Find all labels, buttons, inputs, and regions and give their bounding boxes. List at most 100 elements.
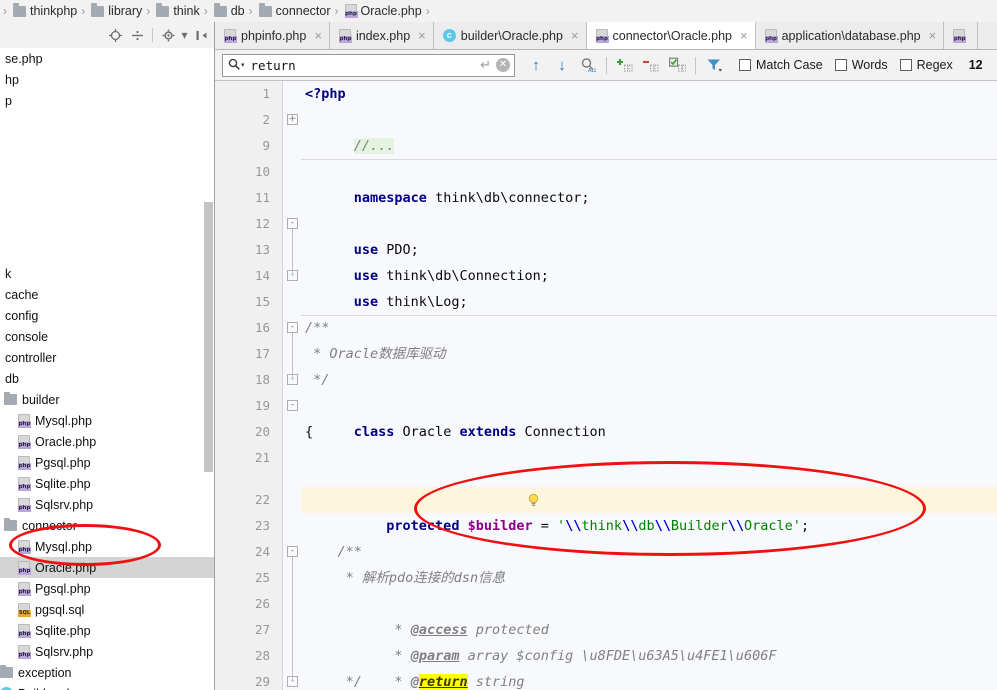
tab-close-icon[interactable]: × <box>740 28 748 43</box>
tree-item-builder-sqlsrv[interactable]: Sqlsrv.php <box>0 494 214 515</box>
project-toolbar: ▾ <box>0 22 214 48</box>
settings-gear-icon[interactable] <box>158 25 178 45</box>
checkbox-box <box>899 59 912 71</box>
keyword-protected: protected <box>353 518 460 534</box>
code-line-17: * Oracle数据库驱动 <box>305 346 446 362</box>
words-checkbox[interactable]: Words <box>834 58 888 72</box>
breadcrumb-separator: › <box>81 4 86 18</box>
search-history-caret-icon[interactable]: ▾ <box>241 61 245 69</box>
namespace-path: think\db\connector; <box>426 190 590 206</box>
regex-checkbox[interactable]: Regex <box>899 58 953 72</box>
line-number: 19 <box>254 398 270 413</box>
checkbox-box <box>834 59 847 71</box>
tree-item-cache[interactable]: cache <box>0 284 214 305</box>
settings-caret-icon[interactable]: ▾ <box>180 25 189 45</box>
tab-phpinfo-php[interactable]: phpinfo.php × <box>215 22 330 49</box>
php-file-icon <box>18 623 31 638</box>
fold-collapse-marker[interactable]: - <box>287 322 298 333</box>
breadcrumb-item-thinkphp[interactable]: thinkphp <box>10 0 78 22</box>
tab-close-icon[interactable]: × <box>929 28 937 43</box>
tree-item-clipped[interactable]: p <box>0 90 214 111</box>
tree-item-connector-sqlsrv[interactable]: Sqlsrv.php <box>0 641 214 662</box>
filter-button[interactable] <box>701 52 727 78</box>
tree-item-builder-mysql[interactable]: Mysql.php <box>0 410 214 431</box>
tree-item-connector-folder[interactable]: connector <box>0 515 214 536</box>
tree-item-label: se.php <box>5 51 43 66</box>
search-icon[interactable] <box>228 58 240 73</box>
tree-item-label: cache <box>5 287 39 302</box>
tree-item-k[interactable]: k <box>0 263 214 284</box>
tree-item-connector-sqlite[interactable]: Sqlite.php <box>0 620 214 641</box>
tree-item-db[interactable]: db <box>0 368 214 389</box>
tab-close-icon[interactable]: × <box>314 28 322 43</box>
tree-item-connector-pgsql[interactable]: Pgsql.php <box>0 578 214 599</box>
add-selection-button[interactable] <box>612 52 638 78</box>
string-literal: ' <box>557 518 566 534</box>
find-previous-button[interactable]: ↑ <box>523 52 549 78</box>
find-all-button[interactable]: ALL <box>575 52 601 78</box>
php-file-icon <box>764 28 778 43</box>
breadcrumb-item-db[interactable]: db <box>211 0 246 22</box>
code-editor[interactable]: 1 2 9 10 11 12 13 14 15 16 17 18 19 20 2… <box>215 81 997 690</box>
regex-label: Regex <box>916 58 953 72</box>
project-tree-scrollbar[interactable] <box>204 202 213 472</box>
tree-item-builder-oracle[interactable]: Oracle.php <box>0 431 214 452</box>
tree-item-builder-sqlite[interactable]: Sqlite.php <box>0 473 214 494</box>
search-input[interactable]: return <box>251 58 481 73</box>
tree-item-builder-folder[interactable]: builder <box>0 389 214 410</box>
php-file-icon <box>18 476 31 491</box>
search-input-container[interactable]: ▾ return ↵ ✕ <box>222 53 515 77</box>
folded-comment-placeholder[interactable]: //... <box>353 138 395 154</box>
breadcrumb-item-think[interactable]: think <box>153 0 200 22</box>
editor-tab-bar: phpinfo.php × index.php × c builder\Orac… <box>215 22 997 50</box>
tab-builder-oracle-php[interactable]: c builder\Oracle.php × <box>433 22 587 49</box>
breadcrumb-separator: › <box>248 4 253 18</box>
keyword-namespace: namespace <box>353 190 427 206</box>
keyword-extends: extends <box>459 424 517 440</box>
tree-item-connector-oracle[interactable]: Oracle.php <box>0 557 214 578</box>
breadcrumb-item-oracle-php[interactable]: Oracle.php <box>342 0 423 22</box>
hide-panel-icon[interactable] <box>191 25 211 45</box>
tree-item-connector-pgsql-sql[interactable]: pgsql.sql <box>0 599 214 620</box>
tab-close-icon[interactable]: × <box>571 28 579 43</box>
clear-search-icon[interactable]: ✕ <box>496 58 510 72</box>
tree-item-console[interactable]: console <box>0 326 214 347</box>
breadcrumb: › thinkphp › library › think › db › conn… <box>0 0 997 22</box>
find-next-button[interactable]: ↓ <box>549 52 575 78</box>
select-all-occurrences-button[interactable] <box>664 52 690 78</box>
project-tool-window: ▾ se.php hp p k cache config console con… <box>0 22 215 690</box>
tree-item-builder-class[interactable]: c Builder.php <box>0 683 214 690</box>
tab-index-php[interactable]: index.php × <box>329 22 434 49</box>
code-line-22: protected $builder = '\\think\\db\\Build… <box>353 518 810 534</box>
match-case-checkbox[interactable]: Match Case <box>739 58 823 72</box>
tree-item-label: controller <box>5 350 57 365</box>
fold-collapse-marker[interactable]: - <box>287 546 298 557</box>
tree-item-config[interactable]: config <box>0 305 214 326</box>
tree-item-connector-mysql[interactable]: Mysql.php <box>0 536 214 557</box>
tab-overflow[interactable] <box>944 22 979 49</box>
breadcrumb-label: think <box>173 4 200 18</box>
collapse-all-icon[interactable] <box>127 25 147 45</box>
breadcrumb-item-library[interactable]: library <box>88 0 143 22</box>
remove-selection-button[interactable] <box>638 52 664 78</box>
locate-file-icon[interactable] <box>105 25 125 45</box>
svg-text:ALL: ALL <box>588 68 596 73</box>
tab-application-database-php[interactable]: application\database.php × <box>755 22 945 49</box>
php-file-icon <box>18 560 31 575</box>
tree-item-controller[interactable]: controller <box>0 347 214 368</box>
code-line-12: use PDO; <box>305 211 419 258</box>
fold-collapse-marker[interactable]: - <box>287 218 298 229</box>
tree-item-exception-folder[interactable]: exception <box>0 662 214 683</box>
breadcrumb-item-connector[interactable]: connector <box>256 0 332 22</box>
tab-connector-oracle-php[interactable]: connector\Oracle.php × <box>586 22 756 49</box>
tree-item-builder-pgsql[interactable]: Pgsql.php <box>0 452 214 473</box>
tab-close-icon[interactable]: × <box>418 28 426 43</box>
search-match-highlight: return <box>418 674 468 690</box>
breadcrumb-label: thinkphp <box>30 4 78 18</box>
fold-collapse-marker[interactable]: - <box>287 400 298 411</box>
fold-expand-marker[interactable]: + <box>287 114 298 125</box>
tree-item-clipped[interactable]: se.php <box>0 48 214 69</box>
tree-item-clipped[interactable]: hp <box>0 69 214 90</box>
project-file-tree[interactable]: se.php hp p k cache config console contr… <box>0 48 214 690</box>
code-line-28: * @return string <box>353 674 525 690</box>
